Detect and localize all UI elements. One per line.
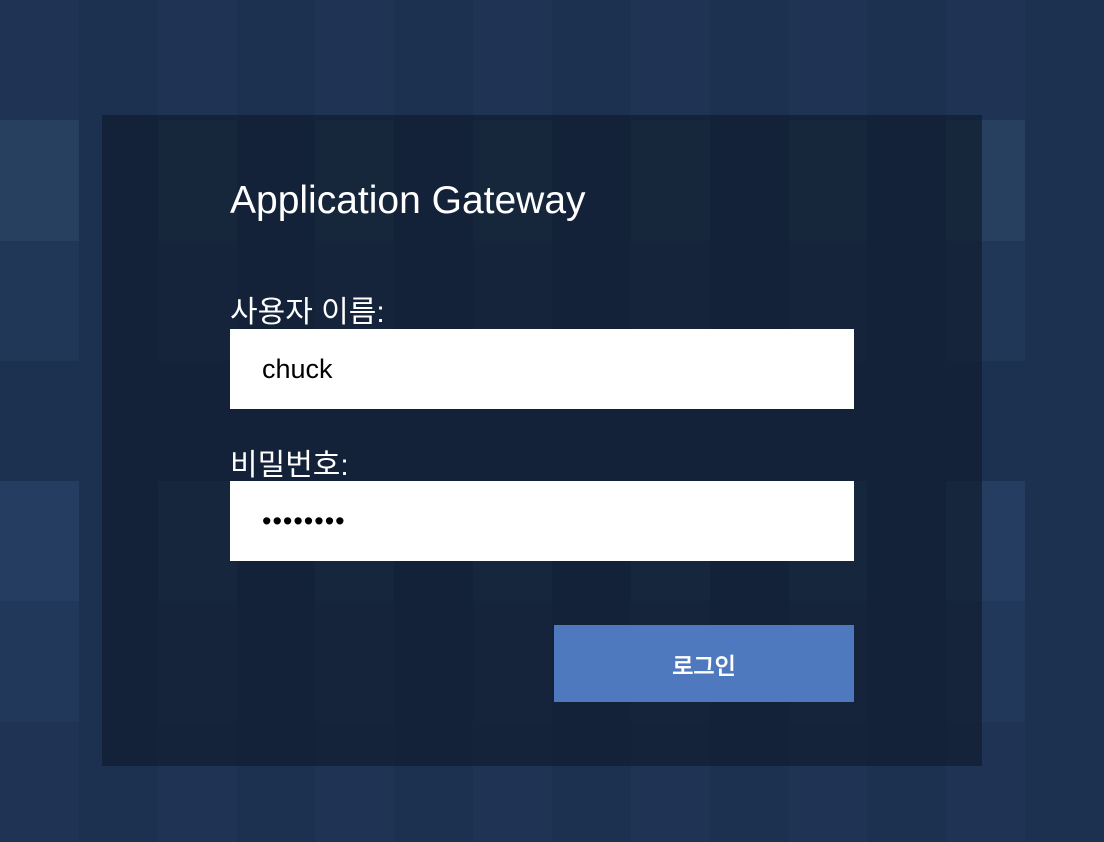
background-tile <box>946 0 1026 121</box>
background-tile <box>630 0 710 121</box>
background-tile <box>78 0 158 121</box>
background-tile <box>551 0 631 121</box>
background-tile <box>315 0 395 121</box>
background-tile <box>394 0 474 121</box>
background-tile <box>1025 721 1104 842</box>
background-tile <box>1025 601 1104 722</box>
background-tile <box>0 721 79 842</box>
background-tile <box>0 0 79 121</box>
background-tile <box>788 0 868 121</box>
background-tile <box>0 601 79 722</box>
page-title: Application Gateway <box>230 179 586 222</box>
background-tile <box>0 120 79 241</box>
background-tile <box>0 481 79 602</box>
login-button[interactable]: 로그인 <box>554 625 854 702</box>
background-tile <box>1025 360 1104 482</box>
background-tile <box>1025 0 1104 121</box>
background-tile <box>1025 120 1104 241</box>
password-label: 비밀번호: <box>230 449 349 482</box>
background-tile <box>236 0 316 121</box>
background-tile <box>867 0 947 121</box>
background-tile <box>709 0 789 121</box>
login-panel: Application Gateway 사용자 이름: 비밀번호: 로그인 <box>102 115 982 766</box>
password-field[interactable] <box>230 481 854 561</box>
username-field[interactable] <box>230 329 854 409</box>
background-tile <box>1025 240 1104 361</box>
background-tile <box>473 0 552 121</box>
background-tile <box>1025 481 1104 602</box>
background-tile <box>0 240 79 361</box>
background-tile <box>157 0 237 121</box>
background-tile <box>0 360 79 482</box>
username-label: 사용자 이름: <box>230 296 385 329</box>
